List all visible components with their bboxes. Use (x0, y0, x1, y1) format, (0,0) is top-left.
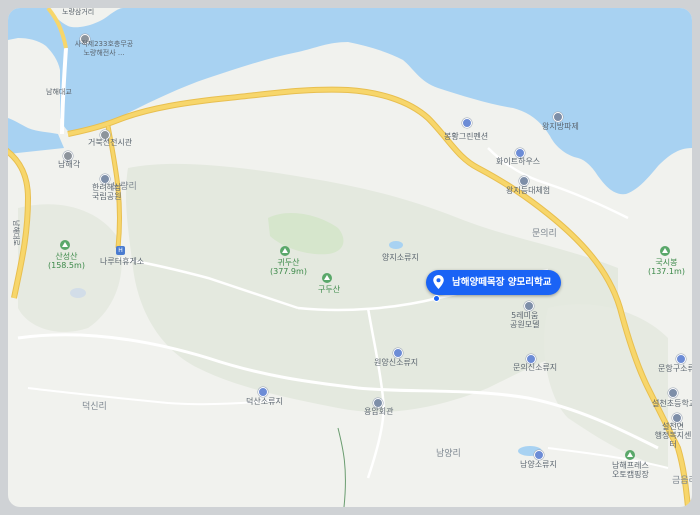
namyang-reservoir-label: 남양소류지 (520, 460, 557, 469)
rest-area-label: 나루터휴게소 (100, 257, 145, 266)
wonyang-reservoir-poi-icon[interactable] (393, 348, 403, 358)
mungu-reservoir-poi-icon[interactable] (676, 354, 686, 364)
guksibong-mountain-icon[interactable] (660, 246, 670, 256)
wangji-pan-label: 왕지방파제 (542, 122, 579, 131)
memorial-label: 사적제233호충무공 노량해전사 ... (74, 40, 134, 57)
guksibong-label: 국시봉 (137.1m) (648, 258, 685, 276)
seolcheon-school-label: 설천초등학교 (652, 399, 692, 408)
namyang-label: 남양리 (436, 449, 461, 459)
geumeum-label: 금음리 (672, 476, 692, 486)
gwidusan-mountain-icon[interactable] (280, 246, 290, 256)
wangji-pan-poi-icon[interactable] (553, 112, 563, 122)
gudusan-label: 구두산 (318, 285, 341, 294)
white-house-label: 화이트하우스 (496, 157, 541, 166)
hall-label: 용암회관 (364, 407, 394, 416)
seolcheon-school-poi-icon[interactable] (668, 388, 678, 398)
camping-icon[interactable] (625, 450, 635, 460)
wangji-sign-label: 왕지등대체험 (506, 186, 551, 195)
deoksan-reservoir-label: 덕산소류지 (246, 397, 283, 406)
gwidusan-label: 귀두산 (377.9m) (270, 258, 307, 276)
deoksin-label: 덕신리 (82, 402, 107, 412)
selected-location-marker[interactable]: 남해양떼목장 양모리학교 (426, 270, 562, 295)
namhae-kak-label: 남해각 (58, 160, 81, 169)
bonghwang-label: 봉황그린펜션 (444, 132, 489, 141)
wonyang-reservoir-label: 원양신소류지 (374, 358, 419, 367)
yangji-reservoir-label: 양지소류지 (382, 253, 419, 262)
sanseongsan-mountain-icon[interactable] (60, 240, 70, 250)
hallyeo-park-label: 한려해상 국립공원 (92, 183, 122, 201)
top-road-label: 노량삼거리 (62, 8, 95, 16)
bonghwang-poi-icon[interactable] (462, 118, 472, 128)
garden-poi-icon[interactable] (524, 301, 534, 311)
garden-label: 5레미움 공원모델 (510, 311, 540, 329)
welfare-label: 설천면 행정복지센터 (654, 422, 692, 449)
location-pin-icon (433, 275, 444, 289)
rest-area-icon[interactable]: H (116, 246, 125, 255)
gudusan-mountain-icon[interactable] (322, 273, 332, 283)
sea-area (8, 8, 692, 195)
exhibit-label: 거북선전시관 (88, 138, 133, 147)
namhae-bridge-label: 남해대교 (46, 88, 72, 96)
mungu-reservoir-label: 문항구소류지 (658, 364, 692, 373)
munui-reservoir-label: 문의신소류지 (513, 363, 558, 372)
marker-label: 남해양떼목장 양모리학교 (452, 277, 552, 288)
wangji-sign-poi-icon[interactable] (519, 176, 529, 186)
camping-label: 남해프레스 오토캠핑장 (612, 461, 649, 479)
namyang-reservoir-poi-icon[interactable] (534, 450, 544, 460)
sanseongsan-label: 산성산 (158.5m) (48, 252, 85, 270)
deoksan-reservoir-poi-icon[interactable] (258, 387, 268, 397)
marker-anchor-dot (433, 295, 440, 302)
road-side-label: 남해대로 (12, 220, 20, 246)
munui-label: 문의리 (532, 229, 557, 239)
map-frame: 노량삼거리 사적제233호충무공 노량해전사 ... 남해대교 거북선전시관 남… (0, 0, 700, 515)
map-canvas[interactable]: 노량삼거리 사적제233호충무공 노량해전사 ... 남해대교 거북선전시관 남… (8, 8, 692, 507)
